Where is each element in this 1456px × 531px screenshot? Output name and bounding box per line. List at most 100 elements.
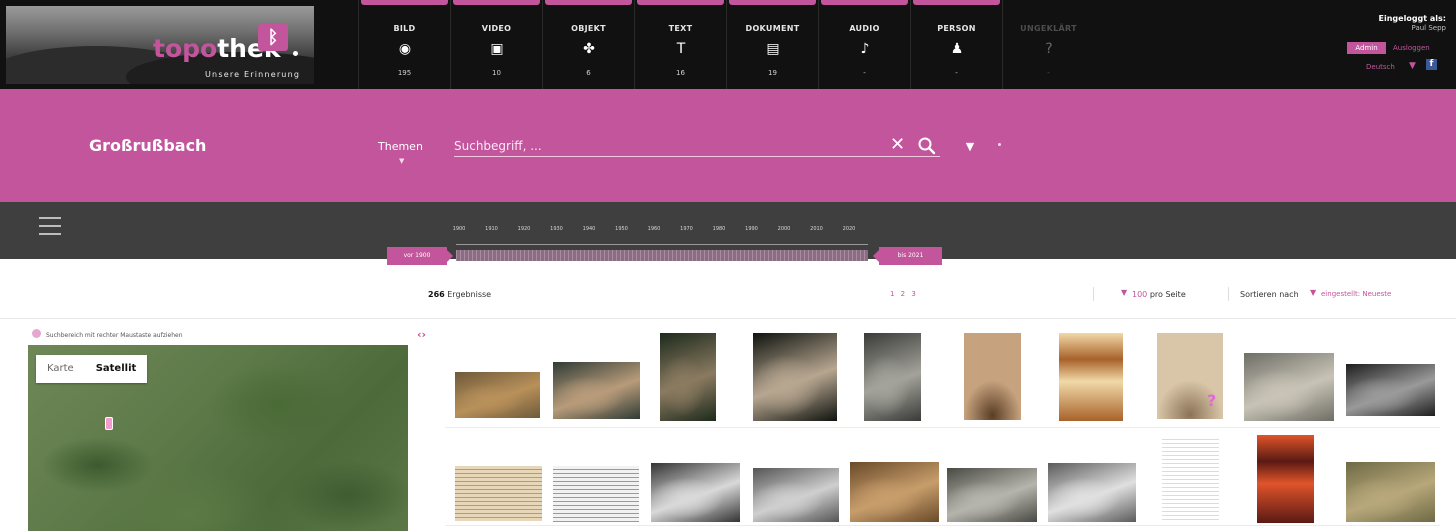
result-thumbnail-sepia-photo[interactable]	[850, 462, 939, 522]
logo-tagline: Unsere Erinnerung	[205, 70, 301, 79]
collapse-map-icon[interactable]: ‹›	[417, 328, 426, 341]
category-count: -	[863, 69, 866, 77]
category-label: VIDEO	[481, 24, 512, 33]
result-thumbnail-bw-photo[interactable]	[864, 333, 921, 421]
result-thumbnail-bw-photo[interactable]	[753, 468, 839, 522]
themes-caret-icon[interactable]: ▼	[399, 157, 404, 165]
sort-label: Sortieren nach	[1240, 290, 1299, 299]
result-thumbnail-document[interactable]	[455, 466, 542, 521]
tab-map[interactable]: Karte	[36, 355, 85, 383]
logout-link[interactable]: Ausloggen	[1393, 44, 1430, 52]
result-thumbnail-group-photo[interactable]	[455, 372, 540, 418]
text-icon: T	[676, 41, 686, 57]
result-thumbnail-building-photo[interactable]	[1244, 353, 1334, 421]
topothek-page: topothek ᛒ Unsere Erinnerung BILD ◉ 195 VID…	[0, 0, 1456, 531]
category-indicator	[821, 0, 908, 5]
login-title: Eingeloggt als:	[1378, 14, 1446, 23]
login-user: Paul Sepp	[1411, 24, 1446, 32]
admin-button[interactable]: Admin	[1347, 42, 1386, 54]
category-indicator	[361, 0, 448, 5]
result-thumbnail-document[interactable]	[553, 466, 639, 522]
category-indicator	[637, 0, 724, 5]
category-camera[interactable]: BILD ◉ 195	[358, 0, 450, 89]
pagination[interactable]: 1 2 3	[890, 290, 918, 298]
sort-caret-icon[interactable]: ▼	[1310, 288, 1316, 297]
result-thumbnail-bw-photo[interactable]	[1048, 463, 1136, 522]
timeline-year-label: 1950	[615, 226, 628, 232]
divider	[0, 318, 1456, 319]
category-label: BILD	[393, 24, 416, 33]
timeline-year-label: 1940	[582, 226, 596, 232]
timeline-year-label: 1900	[452, 226, 466, 232]
timeline-year-label: 2000	[777, 226, 791, 232]
timeline-year-label: 1930	[550, 226, 563, 232]
clear-search-icon[interactable]: ✕	[890, 136, 905, 154]
map-type-tabs: Karte Satellit	[36, 355, 148, 383]
result-thumbnail-night-photo[interactable]	[753, 333, 837, 421]
facebook-icon[interactable]: f	[1426, 59, 1437, 70]
timeline-to-handle[interactable]: bis 2021	[873, 247, 942, 265]
result-thumbnail-color-photo[interactable]	[1346, 462, 1435, 522]
video-icon: ▣	[490, 41, 504, 57]
category-count: -	[955, 69, 958, 77]
result-thumbnail-group-photo[interactable]	[553, 362, 640, 419]
search-icon[interactable]	[917, 136, 937, 156]
result-thumbnail-bw-photo[interactable]	[651, 463, 740, 522]
category-question[interactable]: UNGEKLÄRT? -	[1002, 0, 1094, 89]
result-count: 266 Ergebnisse	[428, 290, 492, 299]
category-audio[interactable]: AUDIO ♪ -	[818, 0, 910, 89]
advanced-filter-icon[interactable]: ▼	[960, 138, 980, 155]
timeline-year-label: 1970	[680, 226, 693, 232]
timeline-year-label: 1920	[517, 226, 531, 232]
category-indicator	[729, 0, 816, 5]
timeline-slider[interactable]	[456, 250, 868, 261]
category-video[interactable]: VIDEO ▣ 10	[450, 0, 542, 89]
category-object[interactable]: OBJEKT ✤ 6	[542, 0, 634, 89]
result-thumbnail-bw-photo[interactable]	[1346, 364, 1435, 416]
search-input[interactable]	[454, 135, 940, 157]
timeline-year-label: 1980	[712, 226, 726, 232]
result-thumbnail-bw-photo[interactable]	[947, 468, 1037, 522]
category-document[interactable]: DOKUMENT ▤ 19	[726, 0, 818, 89]
timeline-year-label: 1910	[485, 226, 498, 232]
result-thumbnail-poster[interactable]	[1257, 435, 1314, 523]
category-filter-bar: BILD ◉ 195 VIDEO ▣ 10 OBJEKT ✤ 6 TEXT T 16 DOKUMENT ▤…	[358, 0, 1094, 89]
result-thumbnail-map-sketch[interactable]	[1162, 436, 1219, 523]
timeline-year-label: 2020	[842, 226, 856, 232]
timeline-from-handle[interactable]: vor 1900	[387, 247, 453, 265]
category-label: OBJEKT	[571, 24, 606, 33]
category-indicator	[453, 0, 540, 5]
hamburger-menu-icon[interactable]	[39, 217, 61, 235]
category-count: 6	[586, 69, 591, 77]
map-marker-icon[interactable]	[105, 417, 113, 430]
themes-dropdown[interactable]: Themen	[378, 140, 423, 153]
category-indicator	[913, 0, 1000, 5]
filter-dot	[998, 143, 1001, 146]
tab-satellite[interactable]: Satellit	[85, 355, 148, 383]
timeline-axis	[456, 244, 868, 245]
category-indicator	[545, 0, 632, 5]
per-page-caret-icon[interactable]: ▼	[1121, 288, 1127, 297]
divider	[1228, 287, 1229, 301]
result-thumbnail-poster[interactable]	[1059, 333, 1123, 421]
sort-select[interactable]: eingestellt: Neueste	[1321, 290, 1391, 298]
divider	[1093, 287, 1094, 301]
divider	[445, 427, 1440, 428]
category-person[interactable]: PERSON ♟ -	[910, 0, 1002, 89]
result-thumbnail-sepia-portrait[interactable]	[964, 333, 1021, 420]
per-page-select[interactable]: 100 pro Seite	[1132, 290, 1186, 299]
logo-dot	[293, 51, 298, 56]
language-select[interactable]: Deutsch	[1366, 63, 1395, 71]
language-caret-icon[interactable]: ▼	[1409, 61, 1416, 71]
place-title: Großrußbach	[89, 136, 207, 155]
result-thumbnail-night-photo[interactable]	[660, 333, 716, 421]
search-band: Großrußbach Themen ▼ ✕ ▼	[0, 89, 1456, 202]
audio-icon: ♪	[860, 41, 870, 57]
logo-pin-icon: ᛒ	[258, 24, 288, 51]
login-info: Eingeloggt als: Paul Sepp	[1379, 14, 1446, 32]
category-label: PERSON	[937, 24, 976, 33]
satellite-map[interactable]: Karte Satellit	[28, 345, 408, 531]
category-text[interactable]: TEXT T 16	[634, 0, 726, 89]
document-icon: ▤	[766, 41, 780, 57]
timeline-year-label: 1960	[647, 226, 661, 232]
